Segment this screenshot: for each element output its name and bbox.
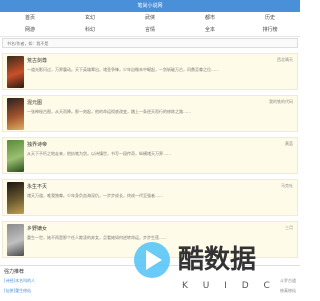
book-cover[interactable] — [7, 182, 24, 214]
category-nav: 首页 玄幻 武侠 都市 历史 网游 科幻 言情 全本 排行榜 — [0, 12, 300, 37]
book-item[interactable]: 永生不灭 马克吐 诸天万道，唯我独尊。少年身负血海深仇，一步步成长，终成一代至强… — [2, 179, 298, 216]
nav-item-yanqing[interactable]: 言情 — [120, 24, 180, 36]
watermark-text: 酷数据 — [178, 245, 256, 275]
nav-item-wangyou[interactable]: 网游 — [0, 24, 60, 36]
book-author: 马克吐 — [281, 183, 293, 188]
nav-item-kehuan[interactable]: 科幻 — [60, 24, 120, 36]
search-input[interactable] — [3, 39, 305, 47]
nav-row-1: 首页 玄幻 武侠 都市 历史 — [0, 12, 300, 24]
recommend-item-name[interactable]: [仙侠]重生修仙 — [4, 288, 31, 293]
book-cover[interactable] — [7, 224, 24, 256]
book-author: 我的铁的代码 — [269, 99, 293, 104]
book-desc: 一道光影闪过，万界震动。天下英雄辈出，诸圣争锋，少年自微末中崛起，一剑斩破万古，… — [27, 67, 219, 72]
nav-row-2: 网游 科幻 言情 全本 排行榜 — [0, 24, 300, 36]
section-title: 强力推荐 — [4, 269, 25, 275]
nav-item-quanben[interactable]: 全本 — [180, 24, 240, 36]
search-box — [2, 38, 305, 48]
app-header: 笔尚小说网 — [0, 0, 300, 12]
book-desc: 诸天万道，唯我独尊。少年身负血海深仇，一步步成长，终成一代至强者…… — [27, 193, 163, 198]
book-desc: 一张神秘古图，从天而降。那一刻起，他的命运彻底改变，踏上一条逆天而行的修炼之路…… — [27, 109, 191, 114]
book-item[interactable]: 独界诗帝 黄蓝 从天下不朽之地走来，他执笔为剑，以诗镇世，书写一段传奇，纵横诸天… — [2, 137, 298, 174]
book-title[interactable]: 永生不灭 — [27, 183, 47, 190]
book-title[interactable]: 混元图 — [27, 99, 42, 106]
nav-item-xuanhuan[interactable]: 玄幻 — [60, 12, 120, 24]
watermark-logo: 酷数据 K U I D C — [134, 242, 276, 291]
book-item[interactable]: 荒古剑尊 西北晴天 一道光影闪过，万界震动。天下英雄辈出，诸圣争锋，少年自微末中… — [2, 53, 298, 90]
book-item[interactable]: 混元图 我的铁的代码 一张神秘古图，从天而降。那一刻起，他的命运彻底改变，踏上一… — [2, 95, 298, 132]
book-title[interactable]: 乡野嫡女 — [27, 225, 47, 232]
book-title[interactable]: 独界诗帝 — [27, 141, 47, 148]
book-cover[interactable] — [7, 140, 24, 172]
app-title: 笔尚小说网 — [137, 3, 163, 9]
nav-item-ranking[interactable]: 排行榜 — [240, 24, 300, 36]
nav-item-dushi[interactable]: 都市 — [180, 12, 240, 24]
watermark-sub: K U I D C — [182, 281, 276, 291]
book-title[interactable]: 荒古剑尊 — [27, 57, 47, 64]
book-cover[interactable] — [7, 98, 24, 130]
nav-item-home[interactable]: 首页 — [0, 12, 60, 24]
nav-item-lishi[interactable]: 历史 — [240, 12, 300, 24]
book-author: 黄蓝 — [285, 141, 293, 146]
book-desc: 从天下不朽之地走来，他执笔为剑，以诗镇世，书写一段传奇，纵横诸天万界…… — [27, 151, 171, 156]
recommend-item-name[interactable]: [诗经]本名叫的人 — [4, 278, 35, 283]
book-cover[interactable] — [7, 56, 24, 88]
book-author: 西北晴天 — [277, 57, 293, 62]
nav-item-wuxia[interactable]: 武侠 — [120, 12, 180, 24]
